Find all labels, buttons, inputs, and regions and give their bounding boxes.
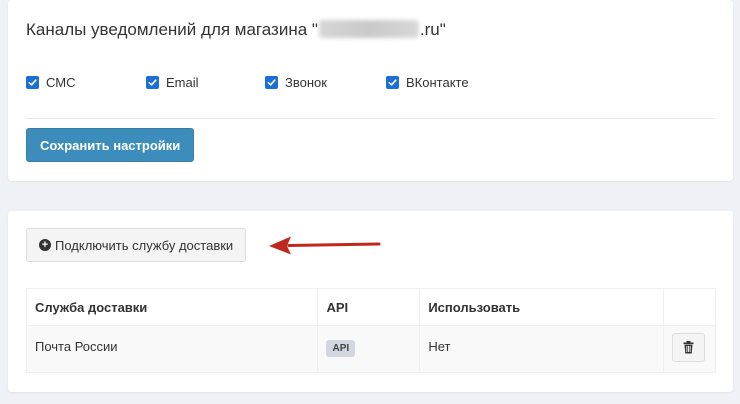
connect-delivery-label: Подключить службу доставки — [55, 237, 234, 253]
email-checkbox[interactable] — [146, 76, 159, 89]
title-suffix: .ru" — [419, 20, 446, 39]
notification-channels-card: Каналы уведомлений для магазина " .ru" СМ… — [8, 0, 733, 181]
call-checkbox[interactable] — [265, 76, 278, 89]
channel-label: СМС — [46, 75, 76, 90]
sms-checkbox[interactable] — [26, 76, 39, 89]
table-row: Почта России API Нет — [25, 325, 717, 373]
header-service: Служба доставки — [25, 288, 319, 326]
header-use: Использовать — [419, 288, 664, 326]
title-prefix: Каналы уведомлений для магазина " — [26, 20, 318, 39]
checkmark-icon — [148, 79, 157, 86]
channel-email[interactable]: Email — [146, 75, 199, 90]
delivery-services-table: Служба доставки API Использовать Почта Р… — [25, 288, 717, 373]
cell-api: API — [317, 325, 421, 373]
checkmark-icon — [28, 79, 37, 86]
checkmark-icon — [267, 79, 276, 86]
channel-label: Звонок — [285, 75, 327, 90]
cell-service: Почта России — [25, 325, 319, 373]
delete-button[interactable] — [671, 333, 705, 362]
delivery-services-card: + Подключить службу доставки Служба дост… — [8, 211, 733, 392]
header-actions — [662, 288, 717, 326]
vk-checkbox[interactable] — [386, 76, 399, 89]
channel-call[interactable]: Звонок — [265, 75, 327, 90]
channel-label: Email — [166, 75, 199, 90]
save-settings-button[interactable]: Сохранить настройки — [26, 128, 195, 162]
connect-delivery-button[interactable]: + Подключить службу доставки — [26, 228, 247, 262]
arrow-left-icon — [269, 236, 381, 255]
divider — [26, 118, 715, 119]
table-header-row: Служба доставки API Использовать — [25, 288, 717, 326]
cell-actions — [662, 325, 717, 373]
cell-use: Нет — [419, 325, 664, 373]
channel-label: ВКонтакте — [406, 75, 469, 90]
page-title: Каналы уведомлений для магазина " .ru" — [26, 20, 446, 40]
header-api: API — [317, 288, 421, 326]
channel-sms[interactable]: СМС — [26, 75, 75, 90]
blurred-store-domain — [318, 20, 419, 38]
channel-list: СМС Email Звонок ВКонтакте — [26, 75, 726, 93]
api-badge: API — [326, 340, 356, 357]
plus-circle-icon: + — [39, 239, 51, 251]
checkmark-icon — [388, 79, 397, 86]
channel-vk[interactable]: ВКонтакте — [386, 75, 469, 90]
trash-icon — [683, 341, 694, 354]
